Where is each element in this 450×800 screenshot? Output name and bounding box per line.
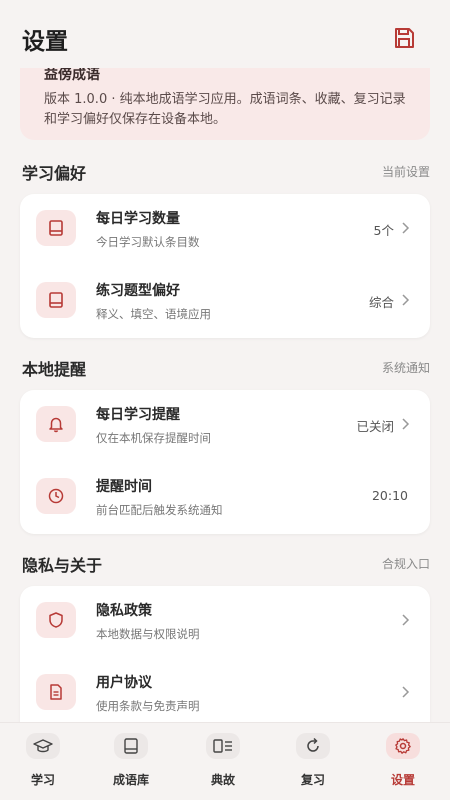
section-title: 隐私与关于 [22,556,103,575]
tab-label: 设置 [390,773,415,787]
row-title: 隐私政策 [96,603,152,619]
row-subtitle: 释义、填空、语境应用 [96,307,211,321]
tab-label: 复习 [300,773,325,787]
bell-icon [36,406,76,442]
shield-icon [36,602,76,638]
section-privacy: 隐私与关于 合规入口 [22,552,430,576]
section-learning: 学习偏好 当前设置 [22,160,430,184]
practice-type-row[interactable]: 练习题型偏好 释义、填空、语境应用 综合 [20,266,430,338]
reminder-card: 每日学习提醒 仅在本机保存提醒时间 已关闭 提醒时间 前台匹配后触发系统通知 2… [20,390,430,534]
save-icon [395,28,414,48]
settings-content[interactable]: 益傍成语 版本 1.0.0 · 纯本地成语学习应用。成语词条、收藏、复习记录和学… [0,60,450,722]
privacy-card: 隐私政策 本地数据与权限说明 用户协议 使用条款与免责声明 [20,586,430,722]
tab-label: 成语库 [112,773,149,787]
tab-learn[interactable]: 学习 [8,733,78,793]
chevron-right-icon [402,686,410,698]
row-title: 提醒时间 [96,479,152,495]
tab-stories[interactable]: 典故 [188,733,258,793]
row-title: 每日学习提醒 [96,407,180,423]
tab-idiom-library[interactable]: 成语库 [96,733,166,793]
row-value: 已关闭 [356,419,394,434]
tab-review[interactable]: 复习 [278,733,348,793]
daily-reminder-row[interactable]: 每日学习提醒 仅在本机保存提醒时间 已关闭 [20,390,430,462]
row-subtitle: 今日学习默认条目数 [96,235,200,249]
chevron-right-icon [402,294,410,306]
book-open-icon [206,733,240,759]
page-title: 设置 [22,29,68,55]
row-subtitle: 使用条款与免责声明 [96,699,200,713]
save-button[interactable] [392,26,416,50]
chevron-right-icon [402,614,410,626]
section-hint: 系统通知 [381,361,430,375]
gear-icon [386,733,420,759]
row-value: 20:10 [371,488,408,503]
graduation-cap-icon [26,733,60,759]
section-title: 学习偏好 [22,164,87,183]
bottom-tab-bar: 学习 成语库 典故 复习 设置 [0,722,450,800]
app-header: 设置 [0,0,450,68]
daily-count-row[interactable]: 每日学习数量 今日学习默认条目数 5个 [20,194,430,266]
user-agreement-row[interactable]: 用户协议 使用条款与免责声明 [20,658,430,722]
chevron-right-icon [402,418,410,430]
tab-settings[interactable]: 设置 [368,733,438,793]
clock-icon [36,478,76,514]
document-icon [36,674,76,710]
learning-card: 每日学习数量 今日学习默认条目数 5个 练习题型偏好 释义、填空、语境应用 综合 [20,194,430,338]
row-value: 5个 [373,223,394,238]
book-icon [36,210,76,246]
row-value: 综合 [368,295,394,310]
section-title: 本地提醒 [22,360,87,379]
row-title: 练习题型偏好 [96,283,180,299]
section-hint: 当前设置 [381,165,430,179]
about-description: 版本 1.0.0 · 纯本地成语学习应用。成语词条、收藏、复习记录和学习偏好仅保… [44,92,406,127]
section-hint: 合规入口 [381,557,430,571]
tab-label: 学习 [30,773,55,787]
row-title: 每日学习数量 [96,211,180,227]
chevron-right-icon [402,222,410,234]
row-subtitle: 前台匹配后触发系统通知 [96,503,223,517]
tab-label: 典故 [210,773,235,787]
about-card: 益傍成语 版本 1.0.0 · 纯本地成语学习应用。成语词条、收藏、复习记录和学… [20,60,430,140]
row-title: 用户协议 [96,675,152,691]
row-subtitle: 仅在本机保存提醒时间 [96,431,211,445]
row-subtitle: 本地数据与权限说明 [96,627,200,641]
privacy-policy-row[interactable]: 隐私政策 本地数据与权限说明 [20,586,430,658]
refresh-icon [296,733,330,759]
book-icon [36,282,76,318]
book-icon [114,733,148,759]
reminder-time-row[interactable]: 提醒时间 前台匹配后触发系统通知 20:10 [20,462,430,534]
section-reminder: 本地提醒 系统通知 [22,356,430,380]
